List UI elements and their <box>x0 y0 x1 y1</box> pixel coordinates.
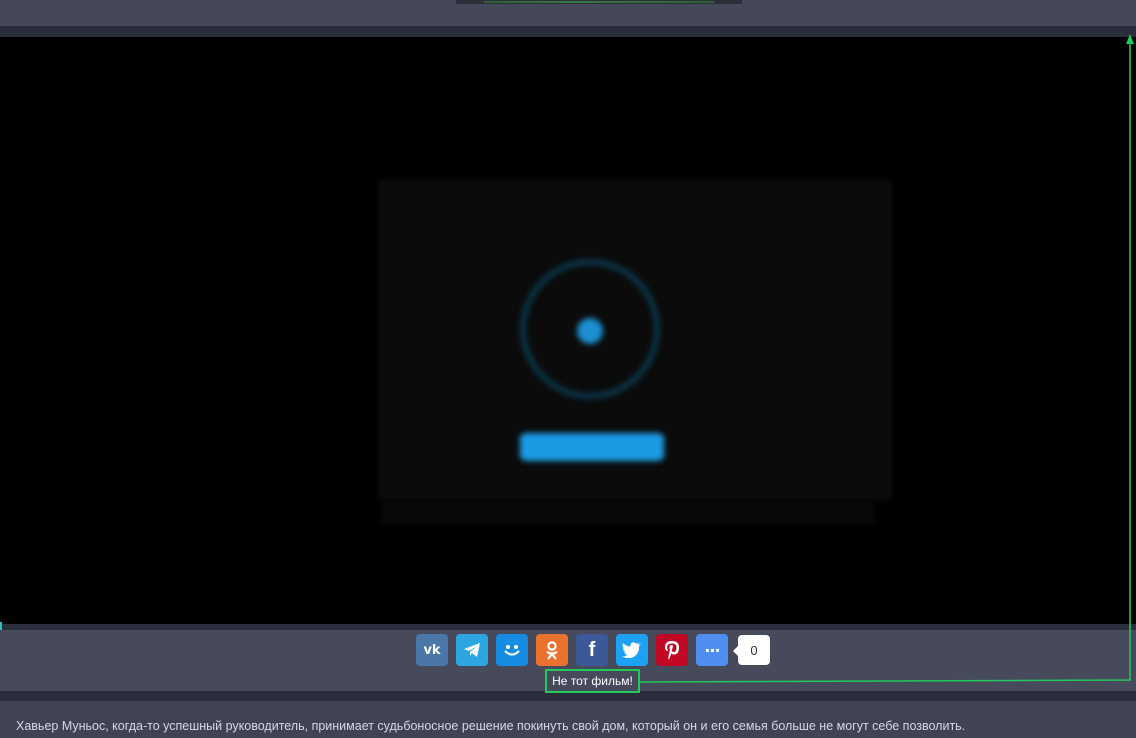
top-thumbnail[interactable] <box>456 0 742 4</box>
moimir-icon[interactable] <box>496 634 528 666</box>
top-strip <box>0 0 1136 26</box>
twitter-icon[interactable] <box>616 634 648 666</box>
facebook-icon[interactable]: f <box>576 634 608 666</box>
play-subtitle <box>508 471 676 485</box>
more-icon[interactable]: ··· <box>696 634 728 666</box>
movie-description: Хавьер Муньос, когда-то успешный руковод… <box>16 719 966 733</box>
pinterest-icon[interactable] <box>656 634 688 666</box>
odnoklassniki-icon[interactable] <box>536 634 568 666</box>
play-center-icon <box>577 318 603 344</box>
share-buttons: vk f ··· <box>416 634 736 666</box>
telegram-icon[interactable] <box>456 634 488 666</box>
play-button[interactable] <box>520 433 664 461</box>
share-counter: 0 <box>733 635 770 665</box>
vk-icon[interactable]: vk <box>416 634 448 666</box>
player-placeholder-shadow <box>382 500 874 524</box>
video-player[interactable] <box>0 37 1136 624</box>
wrong-film-button[interactable]: Не тот фильм! <box>545 669 640 693</box>
